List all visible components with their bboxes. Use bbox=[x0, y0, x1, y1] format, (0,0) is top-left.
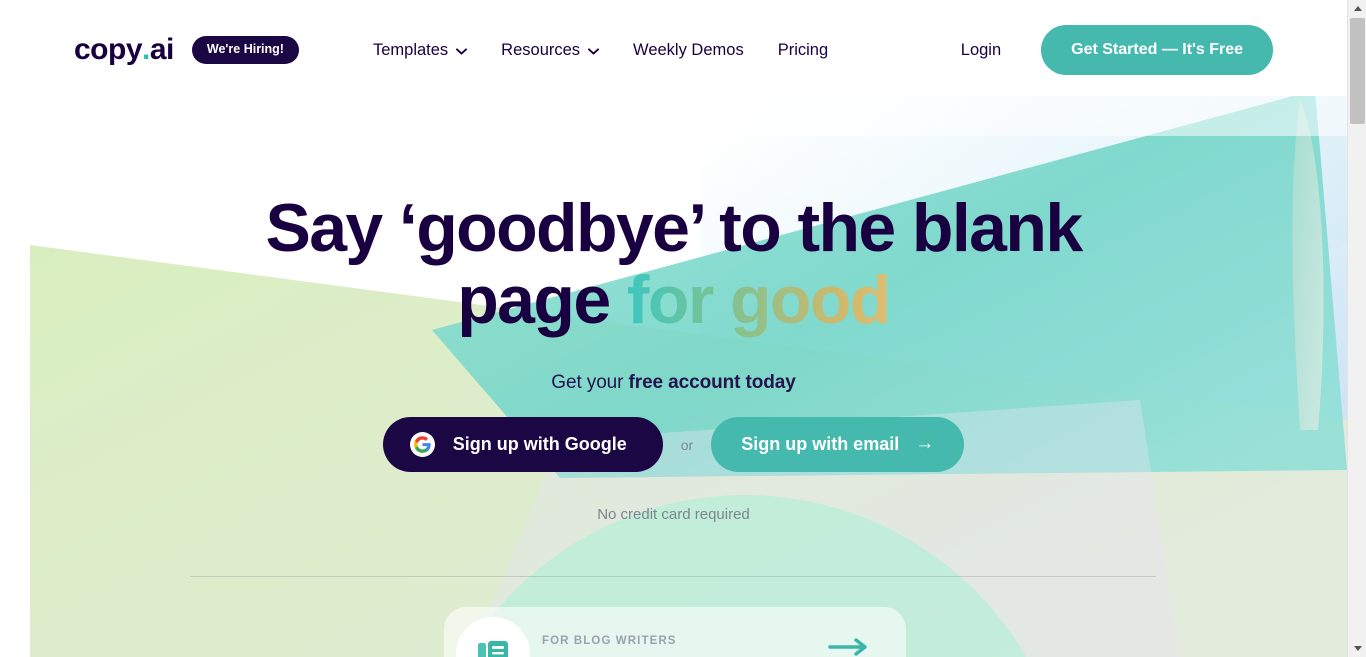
logo-text-ai: ai bbox=[149, 33, 175, 66]
email-button-label: Sign up with email bbox=[741, 434, 900, 455]
logo-text-copy: copy bbox=[74, 33, 143, 66]
section-divider bbox=[190, 576, 1156, 577]
nav-item-weekly-demos[interactable]: Weekly Demos bbox=[621, 41, 756, 60]
page-title: Say ‘goodbye’ to the blank page for good bbox=[224, 192, 1124, 336]
hero-subheading: Get your free account today bbox=[551, 372, 795, 394]
triangle-up-icon bbox=[1353, 6, 1362, 11]
scroll-up-button[interactable] bbox=[1348, 0, 1366, 17]
subhead-emphasis: free account today bbox=[628, 372, 796, 394]
subhead-prefix: Get your bbox=[551, 372, 629, 394]
sign-up-with-google-button[interactable]: Sign up with Google bbox=[382, 417, 663, 473]
scrollbar-thumb[interactable] bbox=[1350, 18, 1365, 124]
logo-copyai[interactable]: copy. ai bbox=[74, 35, 174, 65]
no-credit-card-note: No credit card required bbox=[597, 506, 750, 524]
arrow-right-icon: → bbox=[915, 433, 935, 455]
header-actions: Login Get Started — It's Free bbox=[961, 25, 1273, 75]
get-started-button[interactable]: Get Started — It's Free bbox=[1041, 25, 1273, 75]
nav-item-resources[interactable]: Resources bbox=[489, 41, 611, 60]
nav-item-templates[interactable]: Templates bbox=[361, 41, 479, 60]
triangle-down-icon bbox=[1353, 646, 1362, 651]
logo-dot: . bbox=[142, 33, 150, 66]
or-separator: or bbox=[680, 436, 694, 453]
card-arrow-right-icon[interactable] bbox=[828, 637, 870, 657]
card-eyebrow-label: FOR BLOG WRITERS bbox=[542, 635, 677, 647]
signup-cta-row: Sign up with Google or Sign up with emai… bbox=[382, 417, 965, 473]
login-link[interactable]: Login bbox=[961, 41, 1001, 60]
card-icon-container bbox=[456, 617, 530, 657]
main-navigation: Templates Resources Weekly Demos Pricing bbox=[361, 41, 840, 60]
site-header: copy. ai We're Hiring! Templates Resource… bbox=[0, 0, 1347, 100]
article-document-icon bbox=[476, 637, 510, 657]
nav-label-resources: Resources bbox=[501, 40, 581, 59]
sign-up-with-email-button[interactable]: Sign up with email → bbox=[711, 417, 965, 473]
use-case-card[interactable]: FOR BLOG WRITERS Write blogs 10x faster bbox=[444, 607, 906, 657]
nav-label-templates: Templates bbox=[372, 40, 449, 59]
card-text-block: FOR BLOG WRITERS Write blogs 10x faster bbox=[542, 635, 762, 657]
chevron-down-icon bbox=[588, 47, 599, 55]
nav-item-pricing[interactable]: Pricing bbox=[766, 41, 840, 60]
headline-highlight: for good bbox=[626, 262, 891, 339]
scroll-down-button[interactable] bbox=[1348, 640, 1366, 657]
nav-label-weekly-demos: Weekly Demos bbox=[633, 40, 744, 59]
hiring-badge[interactable]: We're Hiring! bbox=[191, 36, 299, 64]
nav-label-pricing: Pricing bbox=[777, 40, 829, 59]
google-button-label: Sign up with Google bbox=[452, 434, 627, 455]
vertical-scrollbar[interactable] bbox=[1347, 0, 1366, 657]
browser-viewport: copy. ai We're Hiring! Templates Resource… bbox=[0, 0, 1347, 657]
google-g-icon bbox=[409, 432, 435, 458]
chevron-down-icon bbox=[456, 47, 468, 55]
